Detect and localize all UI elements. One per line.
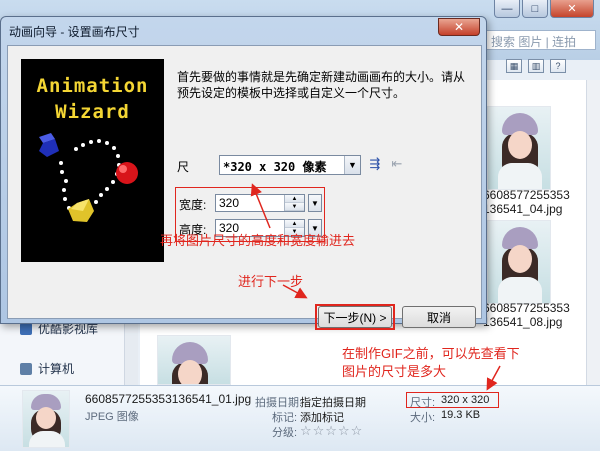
window-close-button[interactable]: ✕ — [550, 0, 594, 18]
library-icon — [20, 322, 32, 335]
computer-icon — [20, 362, 32, 375]
content-scrollbar[interactable] — [586, 80, 600, 385]
details-pane: 6608577255353136541_01.jpg JPEG 图像 拍摄日期:… — [0, 385, 600, 451]
window-controls: — □ ✕ — [494, 0, 594, 18]
file-type: JPEG 图像 — [85, 411, 139, 423]
add-template-icon[interactable]: ⇶ — [366, 156, 384, 172]
preview-pane-icon[interactable]: ▥ — [528, 59, 544, 73]
spin-up-icon[interactable]: ▲ — [285, 220, 304, 228]
dialog-title: 动画向导 - 设置画布尺寸 — [9, 25, 140, 39]
search-input[interactable]: 搜索 图片 | 连拍 — [486, 30, 596, 50]
thumbnail-04[interactable] — [487, 106, 551, 190]
spin-down-icon[interactable]: ▼ — [285, 203, 304, 211]
annotation-enter-size: 再将图片尺寸的高度和宽度输进去 — [160, 233, 356, 248]
width-label: 宽度: — [179, 198, 207, 212]
rating-stars[interactable]: ☆☆☆☆☆ — [300, 423, 363, 439]
size-preset-label: 尺 — [177, 160, 190, 174]
minimize-button[interactable]: — — [494, 0, 520, 18]
tags-label: 标记: — [272, 412, 298, 424]
dimensions-label: 尺寸: — [410, 397, 436, 409]
intro-text: 首先要做的事情就是先确定新建动画画布的大小。请从预先设定的模板中选择或自定义一个… — [177, 70, 466, 100]
dimensions-value: 320 x 320 — [441, 394, 490, 406]
nav-item-computer[interactable]: 计算机 — [20, 360, 74, 377]
thumbnail-08[interactable] — [487, 220, 551, 304]
thumbnail-label: 6608577255353 136541_08.jpg — [483, 301, 570, 329]
width-spin-buttons[interactable]: ▲ ▼ — [284, 195, 304, 211]
chevron-down-icon[interactable]: ▼ — [344, 156, 360, 174]
nav-scrollbar[interactable] — [124, 320, 138, 385]
date-label: 拍摄日期: — [255, 397, 303, 409]
wizard-title-line2: Wizard — [55, 101, 130, 123]
size-label: 大小: — [410, 412, 436, 424]
spin-up-icon[interactable]: ▲ — [285, 195, 304, 203]
annotation-check-size-1: 在制作GIF之前，可以先查看下 — [342, 346, 520, 361]
annotation-go-next: 进行下一步 — [238, 274, 304, 289]
next-button[interactable]: 下一步(N) > — [318, 306, 392, 328]
maximize-button[interactable]: □ — [522, 0, 548, 18]
help-icon[interactable]: ? — [550, 59, 566, 73]
view-toolbar: ▦ ▥ ? — [486, 55, 600, 77]
thumbnail-01[interactable] — [157, 335, 231, 385]
remove-template-icon[interactable]: ⇤ — [388, 156, 406, 172]
cancel-button[interactable]: 取消 — [402, 306, 476, 328]
size-value: 19.3 KB — [441, 409, 481, 421]
nav-item-label: 计算机 — [38, 362, 75, 376]
thumbnail-label: 6608577255353 136541_04.jpg — [483, 188, 570, 216]
wizard-banner: Animation Wizard — [21, 59, 164, 262]
wizard-graphic — [39, 133, 138, 222]
width-unit-dropdown[interactable]: ▼ — [308, 194, 322, 212]
width-value[interactable]: 320 — [216, 195, 284, 211]
view-options-icon[interactable]: ▦ — [506, 59, 522, 73]
selected-file-thumbnail — [22, 390, 70, 448]
size-preset-select[interactable]: *320 x 320 像素 ▼ — [219, 155, 361, 175]
rating-label: 分级: — [272, 427, 298, 439]
size-preset-value: *320 x 320 像素 — [223, 160, 327, 174]
annotation-check-size-2: 图片的尺寸是多大 — [342, 364, 447, 379]
width-stepper[interactable]: 320 ▲ ▼ — [215, 194, 305, 212]
dialog-close-button[interactable]: ✕ — [438, 18, 480, 36]
date-value[interactable]: 指定拍摄日期 — [300, 394, 366, 410]
wizard-title-line1: Animation — [36, 75, 149, 97]
file-name: 6608577255353136541_01.jpg — [85, 392, 252, 406]
